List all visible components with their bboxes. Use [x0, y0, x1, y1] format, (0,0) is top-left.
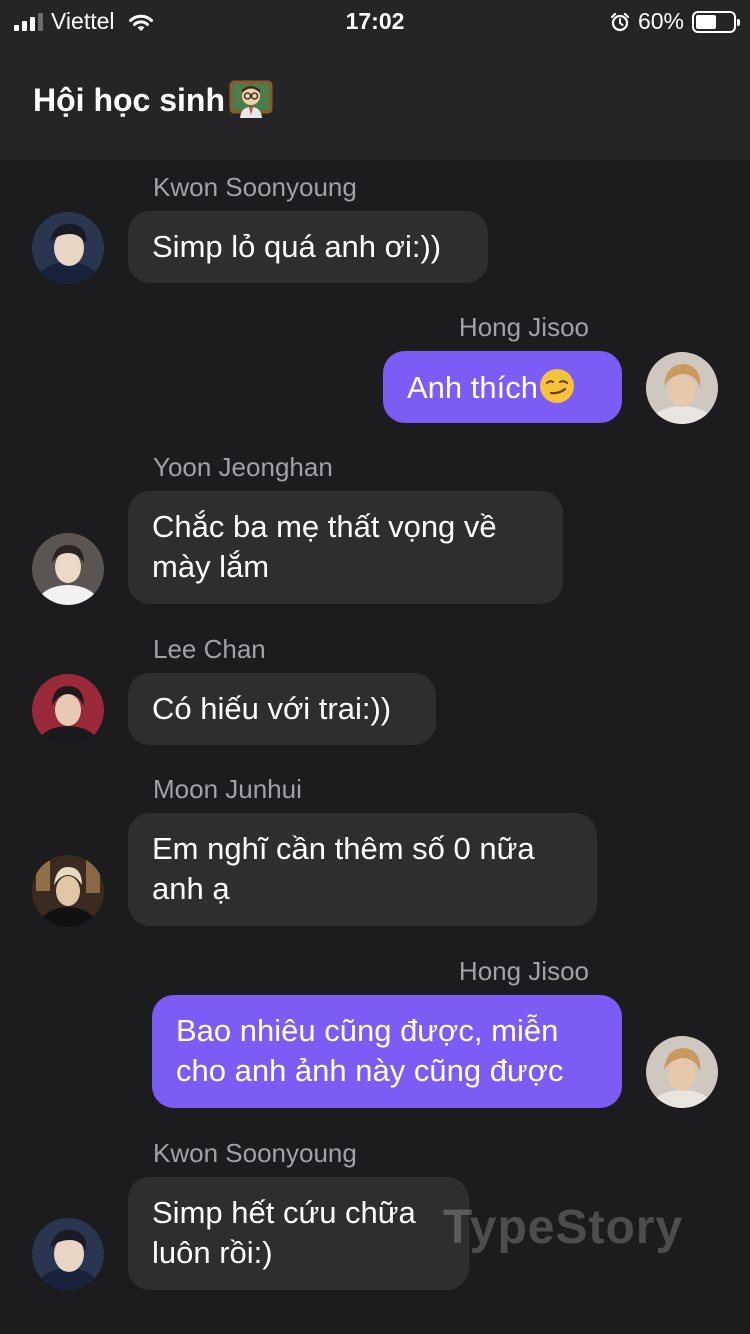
chat-header: Hội học sinh — [0, 44, 750, 160]
avatar-hong-jisoo-icon — [646, 352, 718, 424]
message-bubble-outgoing[interactable]: Bao nhiêu cũng được, miễn cho anh ảnh nà… — [152, 995, 622, 1108]
avatar[interactable] — [32, 1218, 104, 1290]
message-text: Anh thích — [407, 370, 538, 405]
message-bubble-incoming[interactable]: Em nghĩ cần thêm số 0 nữa anh ạ — [128, 813, 597, 926]
message-line: luôn rồi:) — [152, 1235, 273, 1270]
sender-name: Yoon Jeonghan — [153, 452, 333, 482]
avatar[interactable] — [32, 533, 104, 605]
avatar-lee-chan-icon — [32, 674, 104, 746]
message-line: Em nghĩ cần thêm số 0 nữa — [152, 831, 535, 866]
avatar-kwon-soonyoung-icon — [32, 212, 104, 284]
message-line: Simp hết cứu chữa — [152, 1195, 416, 1230]
avatar[interactable] — [646, 352, 718, 424]
message-bubble-incoming[interactable]: Simp lỏ quá anh ơi:)) — [128, 211, 488, 283]
battery-percent: 60% — [637, 8, 684, 34]
message-line: mày lắm — [152, 549, 270, 584]
message-text: Có hiếu với trai:)) — [152, 691, 392, 726]
avatar-hong-jisoo-icon — [646, 1036, 718, 1108]
avatar-kwon-soonyoung-icon — [32, 1218, 104, 1290]
avatar[interactable] — [32, 212, 104, 284]
chat-title-text: Hội học sinh — [33, 81, 225, 118]
message-text: Simp lỏ quá anh ơi:)) — [152, 229, 442, 264]
smirk-emoji-icon — [539, 369, 574, 403]
chat-title[interactable]: Hội học sinh — [33, 80, 273, 120]
status-bar: Viettel 17:02 60% — [0, 0, 750, 44]
avatar-yoon-jeonghan-icon — [32, 533, 104, 605]
sender-name: Kwon Soonyoung — [153, 172, 357, 202]
message-line: anh ạ — [152, 871, 230, 906]
message-bubble-incoming[interactable]: Simp hết cứu chữa luôn rồi:) — [128, 1177, 469, 1290]
message-line: cho anh ảnh này cũng được — [176, 1053, 564, 1088]
message-bubble-incoming[interactable]: Có hiếu với trai:)) — [128, 673, 436, 745]
sender-name: Moon Junhui — [153, 774, 302, 804]
sender-name: Lee Chan — [153, 634, 266, 664]
message-bubble-incoming[interactable]: Chắc ba mẹ thất vọng về mày lắm — [128, 491, 563, 604]
alarm-icon — [610, 12, 630, 31]
sender-name: Hong Jisoo — [458, 312, 589, 342]
avatar-moon-junhui-icon — [32, 855, 104, 927]
status-right: 60% — [610, 8, 740, 35]
avatar[interactable] — [32, 855, 104, 927]
sender-name: Hong Jisoo — [458, 956, 589, 986]
avatar[interactable] — [646, 1036, 718, 1108]
teacher-emoji-icon — [229, 80, 273, 118]
message-bubble-outgoing[interactable]: Anh thích — [383, 351, 622, 423]
watermark: TypeStory — [443, 1201, 684, 1254]
message-line: Bao nhiêu cũng được, miễn — [176, 1013, 559, 1048]
message-line: Chắc ba mẹ thất vọng về — [152, 509, 497, 544]
sender-name: Kwon Soonyoung — [153, 1138, 357, 1168]
avatar[interactable] — [32, 674, 104, 746]
battery-icon — [692, 10, 740, 33]
